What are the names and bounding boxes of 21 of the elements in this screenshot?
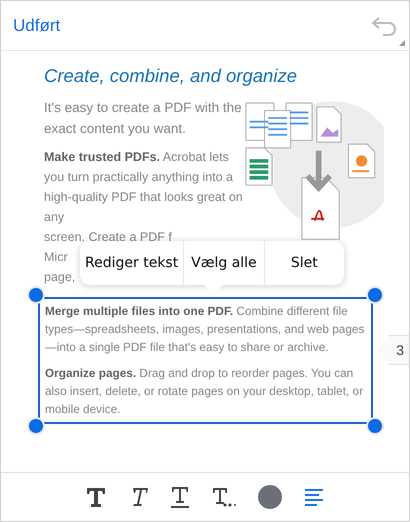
selection-handle[interactable] [366, 286, 384, 304]
text-more-icon[interactable] [212, 486, 236, 508]
selected-paragraph: Merge multiple files into one PDF. Combine different file types—spreadsheets, images, presentations, and web pages—into a single PDF file that's easy to share or archive. [45, 303, 366, 356]
selection-handle[interactable] [27, 417, 45, 435]
selection-handle[interactable] [27, 286, 45, 304]
align-left-icon[interactable] [304, 488, 324, 506]
body-text-line: page, [44, 269, 76, 286]
selection-handle[interactable] [366, 417, 384, 435]
bold-icon[interactable] [86, 486, 106, 508]
text-selection-box[interactable] [38, 297, 373, 424]
done-button[interactable]: Udført [13, 16, 60, 36]
body-text-line: Micr [44, 249, 68, 266]
menu-item[interactable]: Slet [264, 241, 344, 285]
intro-paragraph: It's easy to create a PDF with the exact content you want. [44, 99, 243, 138]
text-color-swatch[interactable] [258, 485, 282, 509]
menu-item[interactable]: Vælg alle [183, 241, 264, 285]
document-heading: Create, combine, and organize [44, 65, 298, 87]
selected-paragraph: Organize pages. Drag and drop to reorder pages. You can also insert, delete, or rotate pages on your desktop, tablet, or mobile device. [45, 365, 364, 418]
page-number-badge[interactable]: 3 [380, 335, 409, 365]
underline-icon[interactable] [170, 485, 190, 509]
corner-handle-icon [399, 40, 405, 46]
